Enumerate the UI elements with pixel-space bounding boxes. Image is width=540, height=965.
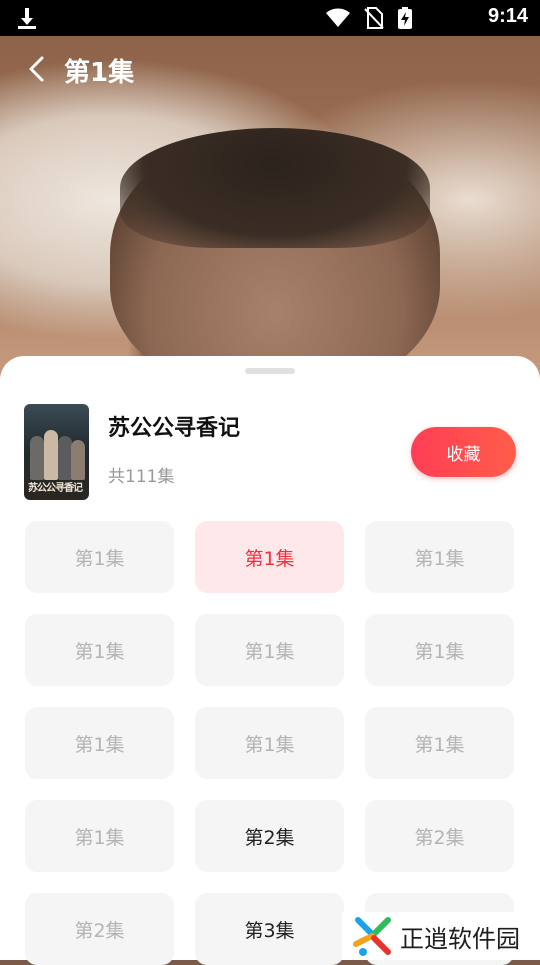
top-bar: 第1集 — [0, 44, 540, 94]
download-icon — [18, 8, 36, 29]
episode-item[interactable]: 第1集 — [25, 800, 174, 872]
episode-grid: 第1集 第1集 第1集 第1集 第1集 第1集 第1集 第1集 第1集 第1集 第2集 第2集 第2集第… — [25, 521, 515, 965]
page-title: 第1集 — [64, 58, 135, 88]
episode-item[interactable]: 第3集 — [195, 893, 344, 965]
watermark: 正逍软件园 — [342, 912, 540, 960]
episode-count: 共111集 — [108, 467, 175, 487]
episode-item[interactable]: 第1集 — [25, 614, 174, 686]
favorite-button[interactable]: 收藏 — [411, 427, 516, 477]
episode-sheet: 苏公公寻香记 苏公公寻香记 共111集 收藏 第1集 第1集 第1集 第1集 第1集 第1… — [0, 356, 540, 965]
episode-item[interactable]: 第1集 — [365, 707, 514, 779]
no-sim-icon — [364, 7, 384, 29]
back-icon[interactable] — [24, 54, 52, 84]
episode-item[interactable]: 第1集 — [195, 521, 344, 593]
sheet-drag-handle[interactable] — [245, 368, 295, 374]
episode-item[interactable]: 第1集 — [195, 614, 344, 686]
video-frame-hair — [120, 128, 430, 248]
watermark-text: 正逍软件园 — [400, 924, 520, 953]
watermark-logo-icon — [353, 917, 391, 956]
episode-item[interactable]: 第2集 — [195, 800, 344, 872]
show-title: 苏公公寻香记 — [108, 416, 241, 441]
episode-item[interactable]: 第1集 — [365, 614, 514, 686]
status-time: 9:14 — [487, 5, 528, 27]
poster-title: 苏公公寻香记 — [28, 483, 83, 494]
episode-item[interactable]: 第1集 — [365, 521, 514, 593]
wifi-icon — [326, 8, 350, 27]
show-poster: 苏公公寻香记 — [24, 404, 89, 500]
status-bar: 9:14 — [0, 0, 540, 36]
episode-item[interactable]: 第1集 — [25, 521, 174, 593]
episode-item[interactable]: 第1集 — [25, 707, 174, 779]
episode-item[interactable]: 第1集 — [195, 707, 344, 779]
episode-item[interactable]: 第2集 — [25, 893, 174, 965]
episode-item[interactable]: 第2集 — [365, 800, 514, 872]
battery-charging-icon — [398, 7, 412, 29]
